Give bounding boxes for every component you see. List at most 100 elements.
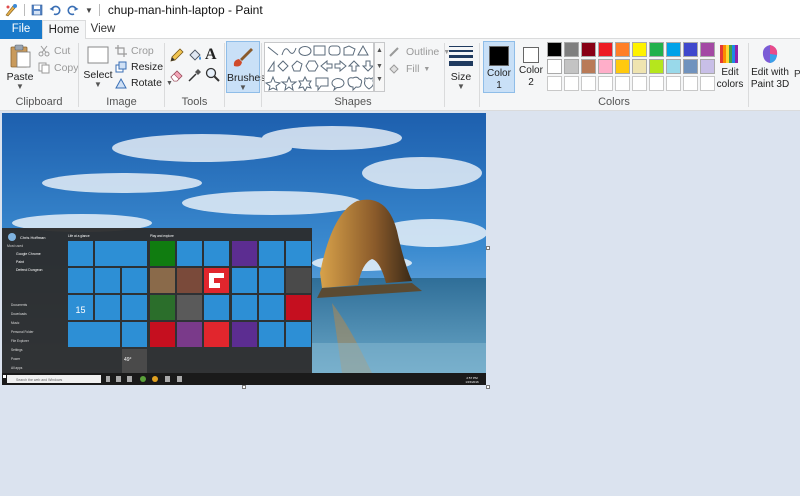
triangle-shape-icon[interactable]	[357, 44, 369, 56]
shapes-gallery[interactable]	[264, 42, 374, 92]
four-point-star-shape-icon[interactable]	[265, 75, 282, 91]
scroll-up-icon[interactable]: ▲	[375, 43, 384, 59]
callout-oval-shape-icon[interactable]	[331, 78, 345, 91]
redo-icon[interactable]	[67, 4, 79, 16]
paint-app-icon[interactable]	[4, 3, 18, 17]
palette-swatch[interactable]	[581, 76, 596, 91]
palette-swatch[interactable]	[649, 59, 664, 74]
colors-group-label: Colors	[598, 96, 630, 108]
canvas-resize-handle-right[interactable]	[486, 246, 490, 250]
rectangle-shape-icon[interactable]	[313, 45, 326, 56]
chevron-down-icon: ▼	[94, 80, 102, 89]
scroll-down-icon[interactable]: ▼	[375, 59, 384, 75]
canvas-resize-handle-bottom[interactable]	[242, 385, 246, 389]
fill-bucket-icon[interactable]	[187, 47, 203, 63]
outline-button[interactable]: Outline ▼	[388, 44, 450, 60]
cloud-callout-shape-icon[interactable]	[347, 76, 363, 91]
callout-rectangle-shape-icon[interactable]	[315, 77, 329, 91]
shapes-scrollbar[interactable]: ▲ ▼ ▼	[374, 42, 385, 92]
taskbar-search-box: Search the web and Windows	[16, 378, 63, 382]
crop-button[interactable]: Crop	[115, 43, 154, 59]
edit-paint3d-label: Edit with Paint 3D	[750, 67, 790, 90]
tab-home[interactable]: Home	[42, 20, 86, 40]
line-shape-icon[interactable]	[267, 46, 279, 56]
right-arrow-shape-icon[interactable]	[334, 59, 347, 73]
text-tool-icon[interactable]: A	[205, 46, 221, 63]
expand-gallery-icon[interactable]: ▼	[375, 75, 384, 85]
select-button[interactable]: Select ▼	[83, 43, 113, 89]
size-button[interactable]: Size ▼	[446, 43, 476, 91]
tab-view[interactable]: View	[86, 20, 120, 39]
palette-swatch[interactable]	[632, 76, 647, 91]
color2-button[interactable]: Color 2	[517, 41, 545, 89]
palette-swatch[interactable]	[547, 76, 562, 91]
palette-swatch[interactable]	[632, 42, 647, 57]
palette-swatch[interactable]	[683, 76, 698, 91]
save-icon[interactable]	[31, 4, 43, 16]
fill-button[interactable]: Fill ▼	[388, 61, 430, 77]
eraser-icon[interactable]	[169, 67, 185, 83]
palette-swatch[interactable]	[649, 76, 664, 91]
palette-swatch[interactable]	[564, 59, 579, 74]
palette-swatch[interactable]	[564, 42, 579, 57]
undo-icon[interactable]	[49, 4, 61, 16]
polygon-shape-icon[interactable]	[343, 45, 356, 56]
palette-swatch[interactable]	[649, 42, 664, 57]
palette-swatch[interactable]	[666, 59, 681, 74]
canvas-resize-handle-corner[interactable]	[486, 385, 490, 389]
resize-button[interactable]: Resize	[115, 59, 163, 75]
palette-swatch[interactable]	[564, 76, 579, 91]
palette-swatch[interactable]	[598, 42, 613, 57]
up-arrow-shape-icon[interactable]	[347, 60, 361, 72]
tools-group-label: Tools	[181, 96, 208, 108]
palette-swatch[interactable]	[547, 42, 562, 57]
left-arrow-shape-icon[interactable]	[320, 59, 333, 73]
copy-label: Copy	[54, 62, 79, 74]
palette-swatch[interactable]	[666, 76, 681, 91]
five-point-star-shape-icon[interactable]	[280, 75, 298, 91]
image-canvas[interactable]: Chris Hoffman Most used Google Chrome Pa…	[2, 113, 486, 385]
six-point-star-shape-icon[interactable]	[298, 75, 312, 91]
down-arrow-shape-icon[interactable]	[361, 60, 373, 72]
most-used-header: Most used	[7, 244, 23, 248]
paste-button[interactable]: Paste ▼	[4, 43, 36, 91]
start-place-item: Downloads	[11, 312, 27, 316]
palette-swatch[interactable]	[615, 42, 630, 57]
rounded-rectangle-shape-icon[interactable]	[328, 45, 341, 56]
qat-divider	[24, 4, 25, 16]
color-picker-icon[interactable]	[187, 67, 203, 83]
pencil-icon[interactable]	[169, 47, 185, 63]
ribbon-tabs: File Home View	[0, 20, 800, 40]
cut-button[interactable]: Cut	[38, 43, 70, 59]
palette-swatch[interactable]	[683, 42, 698, 57]
diamond-shape-icon[interactable]	[277, 60, 289, 72]
palette-swatch[interactable]	[683, 59, 698, 74]
oval-shape-icon[interactable]	[298, 46, 312, 56]
curve-shape-icon[interactable]	[281, 47, 297, 56]
color1-button[interactable]: Color 1	[483, 41, 515, 93]
palette-swatch[interactable]	[598, 59, 613, 74]
magnifier-icon[interactable]	[205, 67, 221, 83]
play-and-explore-header: Play and explore	[150, 234, 174, 238]
outline-icon	[389, 47, 399, 57]
copy-button[interactable]: Copy	[38, 60, 79, 76]
crop-label: Crop	[131, 45, 154, 57]
edit-colors-button[interactable]: Edit colors	[712, 43, 746, 91]
tab-file[interactable]: File	[0, 20, 42, 39]
palette-swatch[interactable]	[615, 59, 630, 74]
palette-swatch[interactable]	[632, 59, 647, 74]
customize-qat-icon[interactable]: ▼	[85, 6, 93, 15]
hexagon-shape-icon[interactable]	[305, 60, 319, 72]
pentagon-shape-icon[interactable]	[291, 60, 303, 72]
palette-swatch[interactable]	[598, 76, 613, 91]
palette-swatch[interactable]	[547, 59, 562, 74]
palette-swatch[interactable]	[615, 76, 630, 91]
palette-swatch[interactable]	[666, 42, 681, 57]
heart-shape-icon[interactable]	[364, 77, 374, 90]
right-triangle-shape-icon[interactable]	[267, 60, 275, 72]
group-divider	[444, 43, 445, 107]
brushes-button[interactable]: Brushes ▼	[226, 41, 266, 93]
palette-swatch[interactable]	[581, 59, 596, 74]
edit-paint3d-button[interactable]: Edit with Paint 3D	[750, 43, 790, 91]
palette-swatch[interactable]	[581, 42, 596, 57]
